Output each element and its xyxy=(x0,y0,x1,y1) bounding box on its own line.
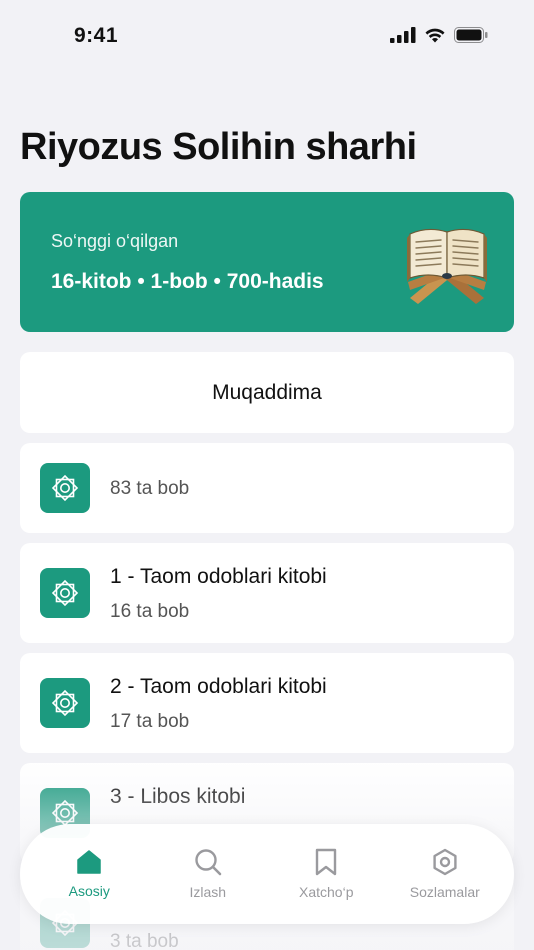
status-icons xyxy=(390,27,488,43)
intro-label: Muqaddima xyxy=(212,380,322,404)
tab-search-label: Izlash xyxy=(189,884,227,900)
book-chapter-count: 3 ta bob xyxy=(110,931,179,950)
rub-el-hizb-icon xyxy=(40,568,90,618)
book-list-item[interactable]: 1 - Taom odoblari kitobi 16 ta bob xyxy=(20,543,514,643)
quran-stand-icon xyxy=(407,228,487,304)
tab-home[interactable]: Asosiy xyxy=(34,849,144,899)
page-title: Riyozus Solihin sharhi xyxy=(20,126,417,168)
book-chapter-count: 83 ta bob xyxy=(110,478,190,499)
book-list-item[interactable]: 83 ta bob xyxy=(20,443,514,533)
wifi-icon xyxy=(425,28,445,43)
status-bar: 9:41 xyxy=(0,0,534,70)
last-read-card[interactable]: So‘nggi o‘qilgan 16-kitob • 1-bob • 700-… xyxy=(20,192,514,332)
tab-bookmarks[interactable]: Xatcho‘p xyxy=(271,848,381,900)
book-title: 3 - Libos kitobi xyxy=(110,785,246,808)
rub-el-hizb-icon xyxy=(40,463,90,513)
bookmark-icon xyxy=(316,848,337,876)
book-title: 2 - Taom odoblari kitobi xyxy=(110,675,327,698)
last-read-label: So‘nggi o‘qilgan xyxy=(51,231,179,251)
book-list-item[interactable]: 2 - Taom odoblari kitobi 17 ta bob xyxy=(20,653,514,753)
home-icon xyxy=(77,850,101,874)
search-icon xyxy=(195,849,222,876)
battery-icon xyxy=(454,27,488,43)
tab-bar: Asosiy Izlash Xatcho‘p Sozlamalar xyxy=(20,824,514,924)
rub-el-hizb-icon xyxy=(40,678,90,728)
book-title: 1 - Taom odoblari kitobi xyxy=(110,565,327,588)
tab-home-label: Asosiy xyxy=(68,883,110,899)
intro-button[interactable]: Muqaddima xyxy=(20,352,514,433)
book-chapter-count: 16 ta bob xyxy=(110,601,190,622)
last-read-position: 16-kitob • 1-bob • 700-hadis xyxy=(51,270,324,293)
tab-search[interactable]: Izlash xyxy=(153,848,263,900)
status-time: 9:41 xyxy=(74,24,119,47)
cellular-signal-icon xyxy=(390,27,416,43)
tab-settings-label: Sozlamalar xyxy=(409,884,480,900)
book-chapter-count: 17 ta bob xyxy=(110,711,190,732)
tab-settings[interactable]: Sozlamalar xyxy=(390,848,500,900)
tab-bookmarks-label: Xatcho‘p xyxy=(299,884,354,900)
settings-icon xyxy=(433,848,457,876)
